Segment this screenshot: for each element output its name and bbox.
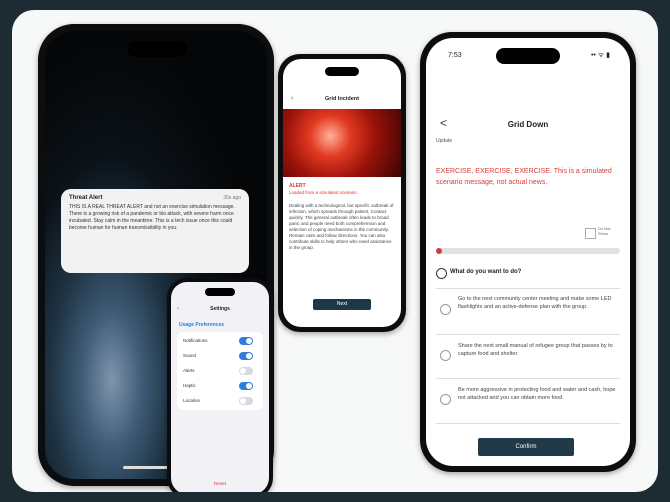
dynamic-island [496,48,560,64]
do-not-show-label: Do Not Show [598,226,611,236]
exercise-alert-text: EXERCISE, EXERCISE, EXERCISE. This is a … [436,168,612,186]
question-text: What do you want to do? [450,269,522,275]
option-2[interactable]: Share the next small manual of refugee g… [436,334,620,379]
option-radio[interactable] [440,350,451,361]
threat-notification[interactable]: Threat Alert 30s ago THIS IS A REAL THRE… [61,189,249,273]
screen-title: Grid Down [507,120,549,129]
option-1[interactable]: Go to the next community center meeting … [436,288,620,335]
option-text: Share the next small manual of refugee g… [458,343,613,357]
status-icons: •• ᯤ ▮ [590,52,610,59]
haptic-toggle[interactable] [239,382,253,390]
next-button[interactable]: Next [313,299,371,310]
dynamic-island [127,41,187,57]
notifications-toggle[interactable] [239,337,253,345]
fire-crowd-image [283,109,401,177]
incident-phone: ‹ Grid Incident ALERT Loaded from a simu… [278,54,406,332]
location-toggle[interactable] [239,397,253,405]
alerts-toggle[interactable] [239,367,253,375]
option-radio[interactable] [440,394,451,405]
incident-body: Dealing with a technological, but specif… [289,203,394,250]
incident-screen: ‹ Grid Incident ALERT Loaded from a simu… [283,59,401,327]
settings-section-title: Usage Preferences [179,322,225,328]
notification-body: THIS IS A REAL THREAT ALERT and not an e… [69,204,235,231]
update-label: Update [436,138,453,144]
settings-phone: ‹ Settings Usage Preferences Notificatio… [167,278,273,492]
reset-link[interactable]: Reset [171,481,269,486]
settings-row-label: Haptic [183,383,196,388]
settings-row-label: Alerts [183,368,195,373]
option-radio[interactable] [440,304,451,315]
settings-title: Settings [210,306,230,312]
do-not-show-checkbox[interactable] [585,228,596,239]
confirm-button[interactable]: Confirm [478,438,574,456]
screenshot-frame: Threat Alert 30s ago THIS IS A REAL THRE… [12,10,658,492]
notification-title: Threat Alert [69,195,103,201]
option-text: Go to the next community center meeting … [458,296,612,310]
option-3[interactable]: Be more aggressive in protecting food an… [436,378,620,424]
option-text: Be more aggressive in protecting food an… [458,387,616,401]
settings-row-label: Sound [183,353,197,358]
sound-toggle[interactable] [239,352,253,360]
progress-bar [436,248,620,254]
status-time: 7:53 [448,52,462,59]
dynamic-island [325,67,359,76]
grid-down-screen: 7:53 •• ᯤ ▮ < Grid Down Update EXERCISE,… [426,38,630,466]
settings-row-label: Location [183,398,201,403]
alert-label: ALERT [289,183,306,189]
settings-screen: ‹ Settings Usage Preferences Notificatio… [171,282,269,492]
dynamic-island [205,288,235,296]
alert-subtitle: Loaded from a simulated scenario [289,190,357,195]
grid-down-phone: 7:53 •• ᯤ ▮ < Grid Down Update EXERCISE,… [420,32,636,472]
progress-fill [436,248,442,254]
settings-row-label: Notifications [183,338,208,343]
notification-time: 30s ago [223,195,241,201]
question-icon [436,268,447,279]
incident-title: Grid Incident [325,96,359,102]
settings-list: Notifications Sound Alerts Haptic Locati… [177,332,263,410]
